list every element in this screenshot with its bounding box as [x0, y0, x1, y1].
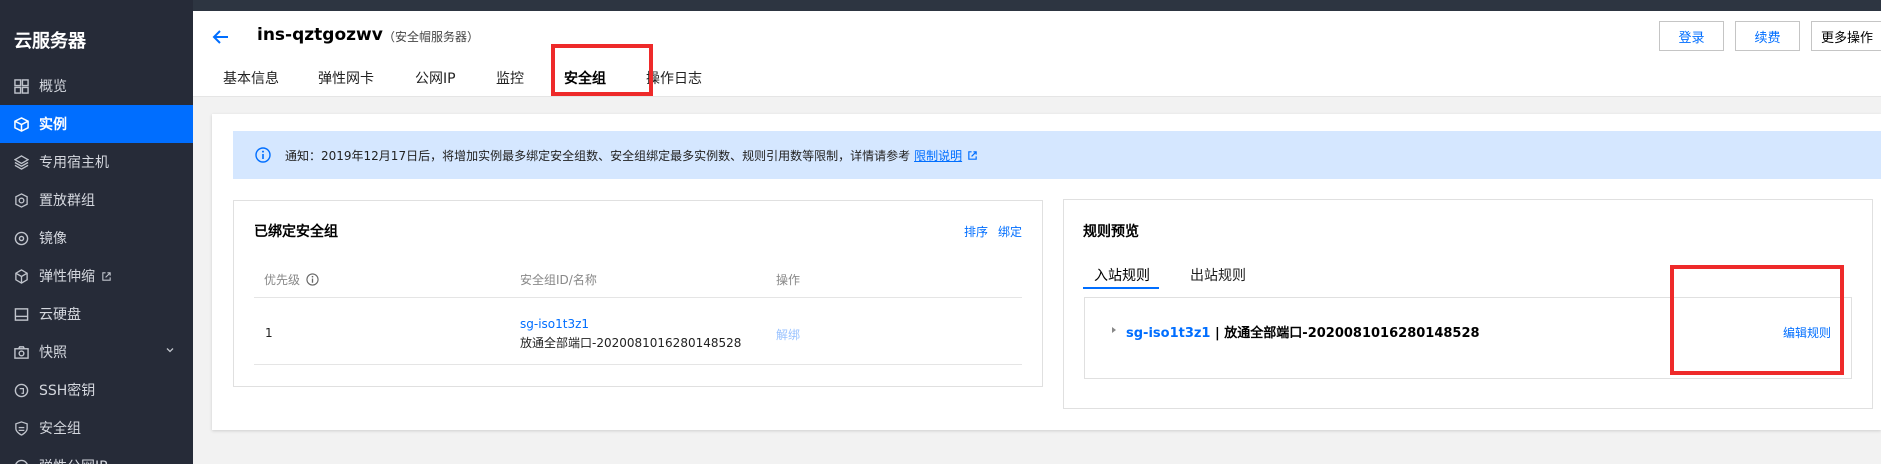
sidebar-item-security-group[interactable]: 安全组: [0, 409, 193, 447]
highlight-box-edit-rules: [1670, 265, 1844, 375]
action-header: 操作: [776, 273, 801, 287]
sidebar-item-cloud-disk[interactable]: 云硬盘: [0, 295, 193, 333]
key-icon: [13, 382, 29, 398]
sg-name-cell: 放通全部端口-2020081016280148528: [520, 336, 742, 350]
notice-banner: 通知：2019年12月17日后，将增加实例最多绑定安全组数、安全组绑定最多实例数…: [233, 131, 1881, 179]
sidebar-item-placement-group[interactable]: 置放群组: [0, 181, 193, 219]
more-actions-button[interactable]: 更多操作: [1811, 21, 1881, 51]
back-arrow-icon[interactable]: [211, 27, 231, 47]
sidebar-item-label: 弹性公网IP: [39, 456, 108, 464]
top-bar: [0, 0, 1881, 11]
tab-basic-info[interactable]: 基本信息: [223, 68, 279, 88]
external-link-icon: [102, 271, 111, 281]
autoscale-icon: [13, 268, 29, 284]
sg-id-link[interactable]: sg-iso1t3z1: [520, 317, 589, 331]
sort-link[interactable]: 排序: [964, 223, 988, 240]
bound-sg-title: 已绑定安全组: [254, 224, 338, 240]
sidebar-item-label: 快照: [39, 345, 67, 361]
sidebar-title: 云服务器: [14, 31, 86, 52]
sidebar-item-overview[interactable]: 概览: [0, 67, 193, 105]
disk-icon: [13, 306, 29, 322]
renew-button[interactable]: 续费: [1735, 21, 1800, 51]
external-link-icon[interactable]: [967, 150, 978, 161]
camera-icon: [13, 344, 29, 360]
grid-icon: [13, 78, 29, 94]
disc-icon: [13, 230, 29, 246]
tab-eni[interactable]: 弹性网卡: [318, 68, 374, 88]
sidebar-item-snapshot[interactable]: 快照: [0, 333, 193, 371]
rule-separator: |: [1210, 326, 1225, 341]
sidebar-item-images[interactable]: 镜像: [0, 219, 193, 257]
sidebar-item-label: 云硬盘: [39, 307, 81, 323]
sidebar-item-eip[interactable]: 弹性公网IP: [0, 447, 193, 464]
unbind-button[interactable]: 解绑: [776, 326, 800, 343]
sidebar-item-instances[interactable]: 实例: [0, 105, 193, 143]
instance-alias: （安全帽服务器）: [383, 30, 480, 44]
login-button[interactable]: 登录: [1659, 21, 1724, 51]
more-actions-label: 更多操作: [1821, 30, 1874, 46]
sidebar-item-label: 专用宿主机: [39, 155, 109, 171]
sidebar-item-label: 弹性伸缩: [39, 269, 95, 285]
rule-group-summary: sg-iso1t3z1 | 放通全部端口-2020081016280148528: [1126, 322, 1480, 341]
table-header-divider: [254, 297, 1022, 298]
sidebar-item-label: 置放群组: [39, 193, 95, 209]
tab-public-ip[interactable]: 公网IP: [415, 68, 456, 88]
rule-sg-id-link[interactable]: sg-iso1t3z1: [1126, 326, 1210, 341]
sidebar-item-label: 镜像: [39, 231, 67, 247]
sidebar-item-label: 实例: [39, 117, 67, 133]
help-icon[interactable]: [306, 273, 319, 286]
placement-icon: [13, 192, 29, 208]
sidebar-item-label: 安全组: [39, 421, 81, 437]
rules-preview-title: 规则预览: [1083, 224, 1139, 240]
sidebar: 云服务器 概览 实例 专用宿主机 置放群组 镜像 弹性伸缩 云硬盘 快照 SSH…: [0, 0, 193, 464]
layers-icon: [13, 154, 29, 170]
page-header: ins-qztgozwv （安全帽服务器） 登录 续费 更多操作 基本信息 弹性…: [193, 11, 1881, 97]
priority-header-label: 优先级: [264, 273, 301, 287]
tab-outbound-rules[interactable]: 出站规则: [1190, 265, 1246, 285]
sidebar-item-dedicated-host[interactable]: 专用宿主机: [0, 143, 193, 181]
caret-right-icon[interactable]: [1110, 326, 1118, 334]
sidebar-item-autoscaling[interactable]: 弹性伸缩: [0, 257, 193, 295]
notice-link[interactable]: 限制说明: [914, 147, 962, 164]
notice-text: 通知：2019年12月17日后，将增加实例最多绑定安全组数、安全组绑定最多实例数…: [285, 148, 911, 163]
sidebar-item-ssh-key[interactable]: SSH密钥: [0, 371, 193, 409]
tab-monitoring[interactable]: 监控: [496, 68, 524, 88]
bound-sg-panel: [233, 200, 1043, 387]
ip-icon: [13, 458, 29, 464]
rule-sg-name: 放通全部端口-2020081016280148528: [1224, 326, 1480, 341]
chevron-down-icon: [166, 348, 174, 353]
highlight-box-tab: [551, 44, 653, 96]
instance-name: ins-qztgozwv: [257, 25, 383, 45]
info-icon: [255, 147, 271, 163]
priority-cell: 1: [265, 326, 273, 340]
tab-inbound-rules[interactable]: 入站规则: [1094, 265, 1150, 285]
bind-link[interactable]: 绑定: [998, 223, 1022, 240]
cube-icon: [13, 116, 29, 132]
sidebar-item-label: 概览: [39, 79, 67, 95]
shield-icon: [13, 420, 29, 436]
sidebar-item-label: SSH密钥: [39, 383, 96, 399]
priority-header: 优先级: [264, 271, 319, 288]
sg-id-header: 安全组ID/名称: [520, 273, 597, 287]
tab-operation-log[interactable]: 操作日志: [646, 68, 702, 88]
table-row-divider: [254, 364, 1022, 365]
active-subtab-underline: [1083, 287, 1159, 289]
